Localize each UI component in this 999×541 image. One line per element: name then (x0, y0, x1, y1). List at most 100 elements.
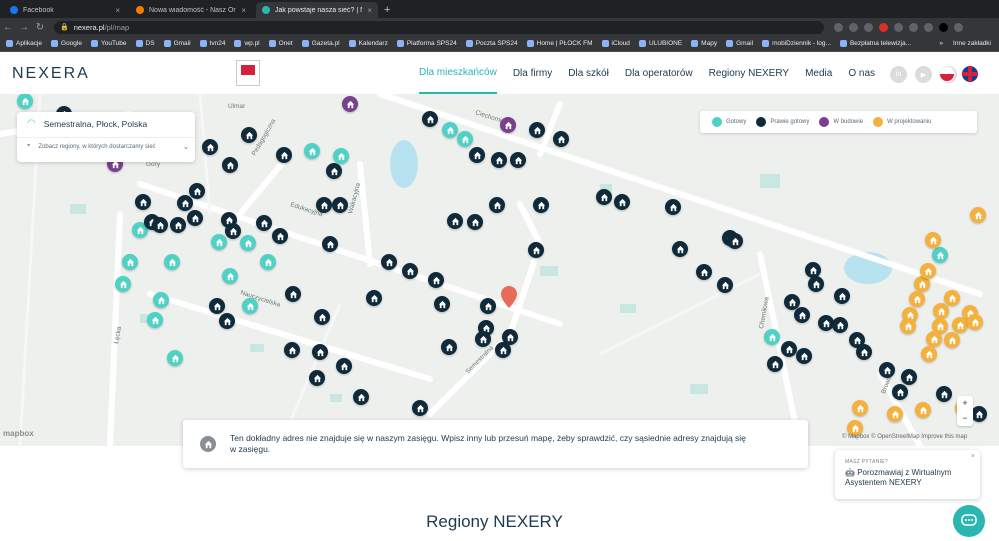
close-icon[interactable]: × (367, 6, 372, 15)
house-marker-icon[interactable] (441, 339, 457, 355)
house-marker-icon[interactable] (353, 389, 369, 405)
address-search-input[interactable]: Semestralna, Płock, Polska (44, 119, 147, 129)
extension-icon[interactable] (894, 22, 903, 32)
browser-tab[interactable]: Facebook × (4, 2, 126, 18)
bookmark-item[interactable]: wp.pl (234, 40, 260, 47)
house-marker-icon[interactable] (115, 276, 131, 292)
linkedin-icon[interactable]: in (890, 66, 907, 83)
mapbox-logo[interactable]: mapbox (3, 429, 34, 438)
house-marker-icon[interactable] (422, 111, 438, 127)
house-marker-icon[interactable] (900, 318, 916, 334)
nexera-logo[interactable]: NEXERA (12, 65, 90, 83)
star-icon[interactable] (864, 22, 873, 32)
house-marker-icon[interactable] (202, 139, 218, 155)
house-marker-icon[interactable] (412, 400, 428, 416)
house-marker-icon[interactable] (856, 344, 872, 360)
house-marker-icon[interactable] (920, 263, 936, 279)
house-marker-icon[interactable] (189, 183, 205, 199)
extension-icon[interactable] (834, 22, 843, 32)
bookmark-item[interactable]: Gmail (163, 40, 191, 47)
house-marker-icon[interactable] (241, 127, 257, 143)
house-marker-icon[interactable] (381, 254, 397, 270)
house-marker-icon[interactable] (333, 148, 349, 164)
house-marker-icon[interactable] (316, 197, 332, 213)
house-marker-icon[interactable] (309, 370, 325, 386)
bookmark-item[interactable]: mobiDziennik - log... (762, 40, 831, 47)
english-flag-icon[interactable] (962, 66, 978, 82)
house-marker-icon[interactable] (314, 309, 330, 325)
house-marker-icon[interactable] (219, 313, 235, 329)
nav-item[interactable]: Media (805, 52, 832, 94)
house-marker-icon[interactable] (442, 122, 458, 138)
house-marker-icon[interactable] (915, 402, 931, 418)
house-marker-icon[interactable] (285, 286, 301, 302)
youtube-icon[interactable]: ▶ (915, 66, 932, 83)
house-marker-icon[interactable] (164, 254, 180, 270)
house-marker-icon[interactable] (767, 356, 783, 372)
house-marker-icon[interactable] (153, 292, 169, 308)
house-marker-icon[interactable] (533, 197, 549, 213)
bookmark-item[interactable]: Platforma SPS24 (396, 40, 457, 47)
house-marker-icon[interactable] (336, 358, 352, 374)
bookmark-item[interactable]: iCloud (601, 40, 630, 47)
bookmark-item[interactable]: Onet (268, 40, 293, 47)
house-marker-icon[interactable] (926, 331, 942, 347)
house-marker-icon[interactable] (222, 157, 238, 173)
house-marker-icon[interactable] (944, 290, 960, 306)
house-marker-icon[interactable] (596, 189, 612, 205)
house-marker-icon[interactable] (135, 194, 151, 210)
profile-icon[interactable] (939, 22, 948, 32)
house-marker-icon[interactable] (852, 400, 868, 416)
menu-icon[interactable] (954, 22, 963, 32)
house-marker-icon[interactable] (925, 232, 941, 248)
house-marker-icon[interactable] (469, 147, 485, 163)
house-marker-icon[interactable] (672, 241, 688, 257)
bookmark-item[interactable]: ULUBIONE (638, 40, 682, 47)
browser-tab[interactable]: Jak powstaje nasza sieć? | Nexera × (256, 2, 378, 18)
house-marker-icon[interactable] (971, 406, 987, 422)
house-marker-icon[interactable] (967, 314, 983, 330)
share-icon[interactable] (849, 22, 858, 32)
house-marker-icon[interactable] (909, 291, 925, 307)
house-marker-icon[interactable] (225, 223, 241, 239)
house-marker-icon[interactable] (276, 147, 292, 163)
house-marker-icon[interactable] (242, 298, 258, 314)
house-marker-icon[interactable] (933, 303, 949, 319)
other-bookmarks[interactable]: Inne zakładki (953, 40, 991, 47)
browser-tab[interactable]: Nowa wiadomość - Nasz Orange × (130, 2, 252, 18)
house-marker-icon[interactable] (717, 277, 733, 293)
chat-prompt[interactable]: MASZ PYTANIE? 🤖 Porozmawiaj z Wirtualnym… (835, 450, 980, 499)
house-marker-icon[interactable] (489, 197, 505, 213)
new-tab-button[interactable]: + (384, 4, 390, 16)
house-marker-icon[interactable] (495, 342, 511, 358)
reload-icon[interactable]: ↻ (32, 22, 48, 33)
house-marker-icon[interactable] (147, 312, 163, 328)
bookmark-item[interactable]: Poczta SPS24 (465, 40, 518, 47)
house-marker-icon[interactable] (211, 234, 227, 250)
house-marker-icon[interactable] (326, 163, 342, 179)
house-marker-icon[interactable] (256, 215, 272, 231)
close-icon[interactable]: × (241, 6, 246, 15)
house-marker-icon[interactable] (152, 217, 168, 233)
house-marker-icon[interactable] (260, 254, 276, 270)
house-marker-icon[interactable] (892, 384, 908, 400)
regions-dropdown[interactable]: Zobacz regiony, w których dostarczamy si… (38, 144, 155, 150)
house-marker-icon[interactable] (457, 131, 473, 147)
house-marker-icon[interactable] (944, 332, 960, 348)
house-marker-icon[interactable] (187, 210, 203, 226)
house-marker-icon[interactable] (491, 152, 507, 168)
house-marker-icon[interactable] (402, 263, 418, 279)
house-marker-icon[interactable] (794, 307, 810, 323)
house-marker-icon[interactable] (209, 298, 225, 314)
house-marker-icon[interactable] (447, 213, 463, 229)
house-marker-icon[interactable] (970, 207, 986, 223)
house-marker-icon[interactable] (834, 288, 850, 304)
house-marker-icon[interactable] (781, 341, 797, 357)
house-marker-icon[interactable] (177, 195, 193, 211)
house-marker-icon[interactable] (332, 197, 348, 213)
zoom-out-button[interactable]: − (957, 411, 973, 426)
house-marker-icon[interactable] (921, 346, 937, 362)
bookmark-item[interactable]: Gazeta.pl (301, 40, 340, 47)
bookmark-item[interactable]: Kalendarz (348, 40, 388, 47)
zoom-in-button[interactable]: + (957, 396, 973, 411)
